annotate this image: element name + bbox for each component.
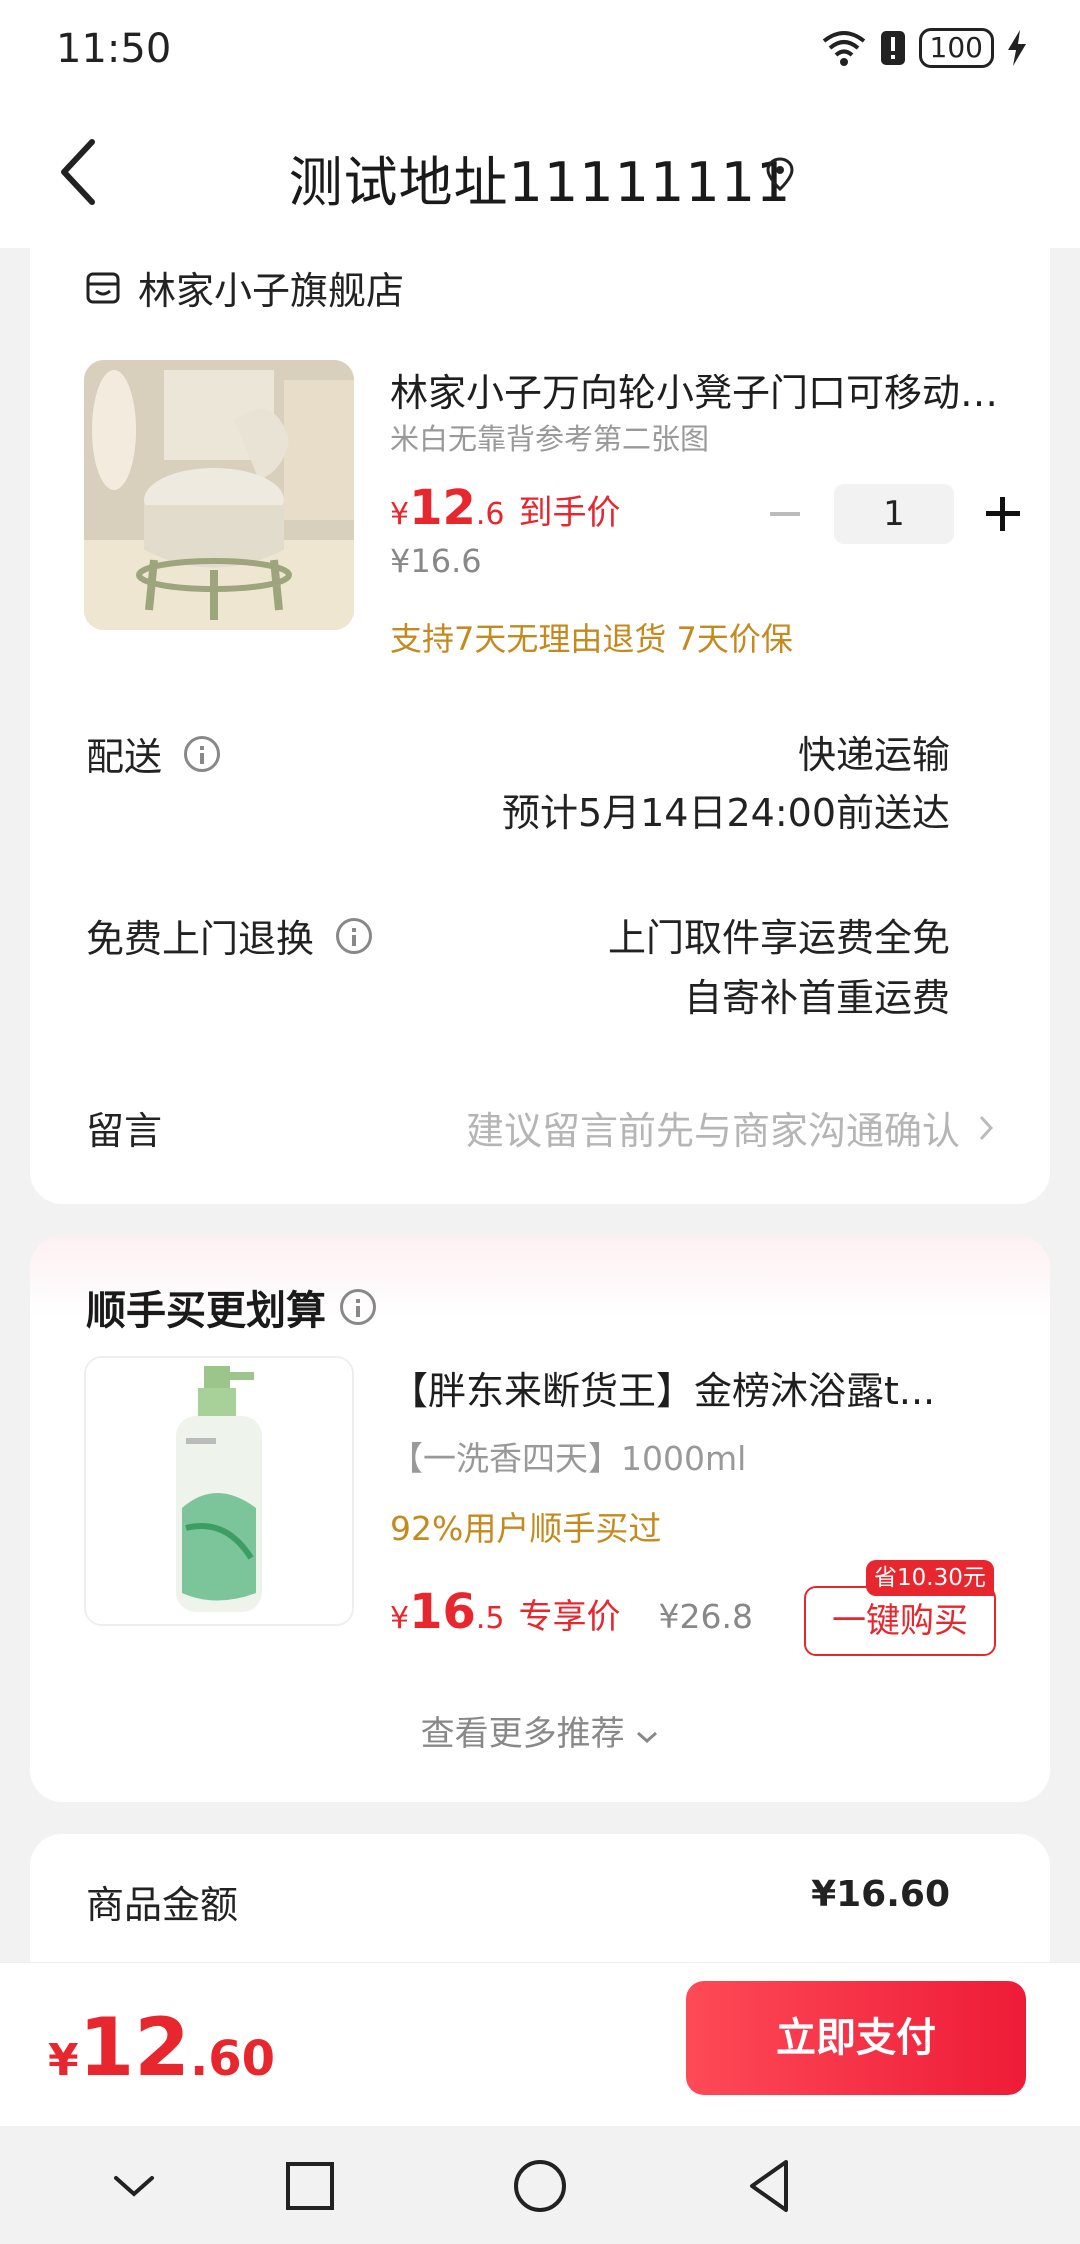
- decrease-button[interactable]: [760, 489, 810, 539]
- savings-badge: 省10.30元: [866, 1560, 994, 1596]
- header: 测试地址11111111: [0, 100, 1080, 248]
- remark-placeholder: 建议留言前先与商家沟通确认: [465, 1109, 960, 1153]
- pay-now-button[interactable]: 立即支付: [686, 1981, 1026, 2095]
- status-icons: 100: [821, 28, 1028, 68]
- recommendation-card: 顺手买更划算 【胖东来断货王】金榜沐浴露t... 【一洗香四天】1000ml 9…: [30, 1236, 1050, 1802]
- total-price: ¥ 12 .60: [48, 2001, 275, 2094]
- shop-row[interactable]: 林家小子旗舰店: [86, 260, 404, 315]
- recommended-social-proof: 92%用户顺手买过: [390, 1509, 662, 1548]
- store-icon: [86, 272, 120, 303]
- product-price: ¥ 12 .6 到手价: [390, 480, 621, 536]
- delivery-label-row: 配送: [86, 726, 221, 781]
- total-decimal: .60: [189, 2031, 275, 2087]
- price-tag: 到手价: [518, 493, 621, 533]
- collapse-nav-icon[interactable]: [104, 2156, 164, 2216]
- price-decimal: .6: [475, 497, 505, 532]
- info-icon[interactable]: [340, 1289, 376, 1325]
- recents-square-icon[interactable]: [280, 2156, 340, 2216]
- goods-amount-label: 商品金额: [86, 1883, 239, 1927]
- info-icon[interactable]: [336, 917, 373, 954]
- alert-icon: [880, 31, 905, 65]
- return-guarantee: 支持7天无理由退货 7天价保: [390, 620, 793, 658]
- more-recommendations-label: 查看更多推荐: [420, 1714, 625, 1754]
- recommended-original-price: ¥26.8: [658, 1597, 753, 1636]
- delivery-eta: 预计5月14日24:00前送达: [501, 791, 950, 835]
- total-integer: 12: [78, 2001, 190, 2094]
- recommended-product-name: 【胖东来断货王】金榜沐浴露t...: [390, 1369, 936, 1413]
- info-icon[interactable]: [184, 735, 221, 772]
- delivery-method: 快递运输: [797, 733, 950, 777]
- wifi-icon: [822, 31, 865, 66]
- price-symbol: ¥: [390, 497, 410, 532]
- recommended-product-price: ¥ 16 .5 专享价 ¥26.8: [390, 1584, 753, 1640]
- product-title: 林家小子万向轮小凳子门口可移动换鞋凳: [390, 371, 1010, 415]
- price-tag: 专享价: [518, 1597, 621, 1637]
- remark-label: 留言: [86, 1109, 163, 1153]
- one-click-buy-button[interactable]: 一键购买: [804, 1586, 996, 1656]
- recommended-product-image[interactable]: [84, 1356, 354, 1626]
- quantity-value[interactable]: 1: [834, 484, 954, 544]
- home-circle-icon[interactable]: [510, 2156, 570, 2216]
- price-decimal: .5: [475, 1601, 505, 1636]
- shop-name: 林家小子旗舰店: [138, 269, 405, 313]
- quantity-stepper: 1: [760, 484, 1028, 544]
- back-triangle-icon[interactable]: [740, 2156, 800, 2216]
- increase-button[interactable]: [978, 489, 1028, 539]
- price-integer: 16: [409, 1584, 476, 1640]
- more-recommendations-link[interactable]: 查看更多推荐: [30, 1706, 1050, 1755]
- page-title: 测试地址11111111: [288, 151, 792, 214]
- chevron-down-icon: [637, 1731, 658, 1744]
- total-symbol: ¥: [48, 2035, 79, 2086]
- free-return-line2: 自寄补首重运费: [683, 976, 950, 1020]
- chevron-right-icon: [979, 1115, 994, 1140]
- location-pin-icon[interactable]: [765, 156, 795, 192]
- status-time: 11:50: [56, 26, 172, 72]
- recommendation-title: 顺手买更划算: [86, 1288, 326, 1334]
- checkout-bar: ¥ 12 .60 立即支付: [0, 1962, 1080, 2126]
- recommendation-header: 顺手买更划算: [86, 1278, 376, 1336]
- free-return-line1: 上门取件享运费全免: [607, 916, 950, 960]
- price-symbol: ¥: [390, 1601, 410, 1636]
- product-image[interactable]: [84, 360, 354, 630]
- charging-icon: [1008, 30, 1026, 66]
- order-card: 林家小子旗舰店 林家小子万向轮小凳子门口可移动换鞋凳 米白无靠背参考第二张图 ¥…: [30, 248, 1050, 1204]
- goods-amount-value: ¥16.60: [811, 1874, 950, 1915]
- free-return-label: 免费上门退换: [86, 917, 315, 961]
- original-price: ¥16.6: [390, 542, 482, 580]
- free-return-label-row: 免费上门退换: [86, 908, 373, 963]
- remark-field[interactable]: 建议留言前先与商家沟通确认: [466, 1100, 994, 1155]
- system-nav-bar: [0, 2126, 1080, 2244]
- status-bar: 11:50 100: [0, 0, 1080, 100]
- delivery-value: 快递运输 预计5月14日24:00前送达: [502, 726, 950, 842]
- battery-icon: 100: [918, 28, 994, 68]
- product-sku: 米白无靠背参考第二张图: [390, 422, 710, 456]
- remark-label-row: 留言: [86, 1100, 162, 1155]
- free-return-value: 上门取件享运费全免 自寄补首重运费: [608, 908, 950, 1028]
- price-integer: 12: [409, 480, 476, 536]
- delivery-label: 配送: [86, 735, 163, 779]
- recommended-product-desc: 【一洗香四天】1000ml: [390, 1439, 747, 1478]
